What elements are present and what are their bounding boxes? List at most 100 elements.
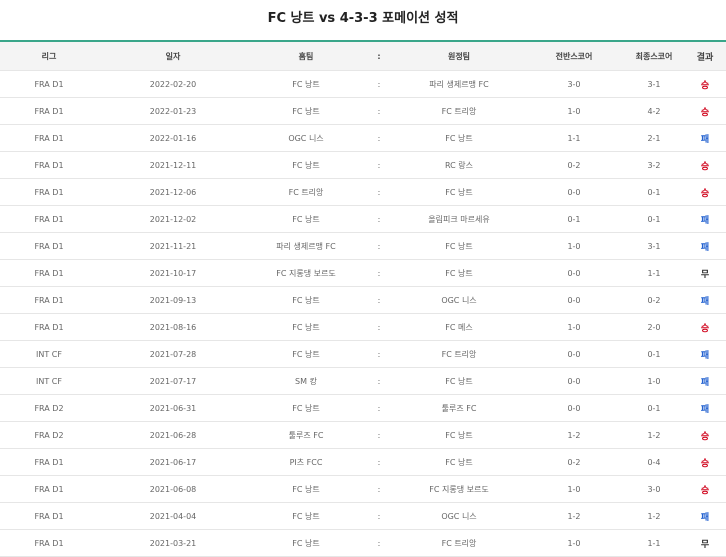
cell-half-score: 0-0 (567, 376, 581, 386)
cell-away-team: FC 낭트 (445, 133, 473, 143)
table-header: 리그 일자 홈팀 : 원정팀 전반스코어 최종스코어 결과 (0, 42, 726, 71)
cell-home-team: OGC 니스 (288, 133, 324, 143)
table-row: FRA D1 2021-12-11 FC 낭트: RC 랑스 0-2 3-2 승 (0, 152, 726, 179)
cell-league: FRA D2 (34, 430, 64, 440)
cell-league: FRA D2 (34, 403, 64, 413)
cell-separator: : (377, 187, 381, 197)
table-row: FRA D1 2021-04-04 FC 낭트: OGC 니스 1-2 1-2 패 (0, 503, 726, 530)
cell-result: 패 (700, 350, 710, 361)
cell-result: 승 (700, 485, 710, 496)
cell-away-team: FC 낭트 (445, 457, 473, 467)
cell-date: 2021-11-21 (149, 241, 197, 251)
cell-half-score: 1-2 (567, 430, 581, 440)
cell-home-team: FC 낭트 (292, 295, 320, 305)
cell-date: 2021-06-17 (149, 457, 197, 467)
cell-league: FRA D1 (34, 160, 64, 170)
cell-final-score: 4-2 (647, 106, 661, 116)
cell-home-team: FC 낭트 (292, 214, 320, 224)
cell-final-score: 0-2 (647, 295, 661, 305)
cell-away-team: FC 낭트 (445, 430, 473, 440)
cell-away-team: FC 트리앙 (441, 106, 477, 116)
cell-home-team: FC 지롱댕 보르도 (276, 268, 336, 278)
cell-final-score: 2-0 (647, 322, 661, 332)
header-half-score: 전반스코어 (555, 51, 593, 61)
cell-result: 패 (700, 296, 710, 307)
cell-date: 2021-09-13 (149, 295, 197, 305)
cell-separator: : (377, 457, 381, 467)
cell-separator: : (377, 214, 381, 224)
cell-half-score: 1-0 (567, 538, 581, 548)
cell-away-team: RC 랑스 (444, 160, 473, 170)
cell-away-team: 툴루즈 FC (441, 403, 477, 413)
cell-result: 승 (700, 431, 710, 442)
cell-separator: : (377, 538, 381, 548)
cell-final-score: 1-1 (647, 538, 661, 548)
cell-final-score: 3-2 (647, 160, 661, 170)
cell-league: INT CF (36, 376, 62, 386)
cell-final-score: 1-0 (647, 376, 661, 386)
table-row: FRA D1 2021-12-06 FC 트리앙: FC 낭트 0-0 0-1 승 (0, 179, 726, 206)
cell-result: 무 (700, 269, 710, 280)
cell-separator: : (377, 133, 381, 143)
cell-home-team: FC 낭트 (292, 403, 320, 413)
header-final-score: 최종스코어 (635, 51, 673, 61)
cell-separator: : (377, 430, 381, 440)
cell-date: 2021-08-16 (149, 322, 197, 332)
cell-result: 패 (700, 512, 710, 523)
header-away: 원정팀 (447, 51, 471, 61)
cell-league: FRA D1 (34, 79, 64, 89)
cell-half-score: 1-0 (567, 484, 581, 494)
cell-half-score: 1-0 (567, 241, 581, 251)
table-row: FRA D1 2021-06-08 FC 낭트: FC 지롱댕 보르도 1-0 3-0 승 (0, 476, 726, 503)
cell-result: 승 (700, 458, 710, 469)
cell-league: FRA D1 (34, 457, 64, 467)
cell-date: 2021-12-06 (149, 187, 197, 197)
cell-league: FRA D1 (34, 268, 64, 278)
cell-away-team: FC 낭트 (445, 187, 473, 197)
cell-result: 승 (700, 323, 710, 334)
cell-home-team: FC 트리앙 (288, 187, 324, 197)
cell-separator: : (377, 160, 381, 170)
results-table: 리그 일자 홈팀 : 원정팀 전반스코어 최종스코어 결과 FRA D1 2022… (0, 40, 726, 557)
table-row: INT CF 2021-07-28 FC 낭트: FC 트리앙 0-0 0-1 패 (0, 341, 726, 368)
cell-away-team: FC 낭트 (445, 376, 473, 386)
cell-result: 패 (700, 377, 710, 388)
cell-league: FRA D1 (34, 511, 64, 521)
cell-separator: : (377, 241, 381, 251)
cell-half-score: 0-0 (567, 268, 581, 278)
cell-date: 2022-01-23 (149, 106, 197, 116)
cell-away-team: OGC 니스 (441, 511, 477, 521)
cell-date: 2021-07-28 (149, 349, 197, 359)
table-row: FRA D1 2022-01-16 OGC 니스: FC 낭트 1-1 2-1 패 (0, 125, 726, 152)
table-row: FRA D1 2021-08-16 FC 낭트: FC 메스 1-0 2-0 승 (0, 314, 726, 341)
cell-away-team: OGC 니스 (441, 295, 477, 305)
cell-separator: : (377, 511, 381, 521)
table-row: FRA D1 2021-10-17 FC 지롱댕 보르도: FC 낭트 0-0 1-1 무 (0, 260, 726, 287)
cell-result: 패 (700, 134, 710, 145)
cell-date: 2021-06-31 (149, 403, 197, 413)
cell-final-score: 1-2 (647, 511, 661, 521)
cell-league: INT CF (36, 349, 62, 359)
cell-result: 승 (700, 161, 710, 172)
cell-date: 2021-06-08 (149, 484, 197, 494)
cell-league: FRA D1 (34, 241, 64, 251)
cell-half-score: 0-2 (567, 457, 581, 467)
cell-final-score: 3-1 (647, 79, 661, 89)
table-row: FRA D1 2021-12-02 FC 낭트: 올림피크 마르세유 0-1 0-1 패 (0, 206, 726, 233)
cell-date: 2021-07-17 (149, 376, 197, 386)
cell-home-team: FC 낭트 (292, 349, 320, 359)
cell-result: 무 (700, 539, 710, 550)
cell-result: 패 (700, 404, 710, 415)
cell-home-team: FC 낭트 (292, 79, 320, 89)
cell-date: 2021-03-21 (149, 538, 197, 548)
header-separator: : (377, 51, 381, 61)
cell-result: 승 (700, 188, 710, 199)
cell-final-score: 0-1 (647, 187, 661, 197)
cell-half-score: 0-0 (567, 187, 581, 197)
cell-home-team: FC 낭트 (292, 511, 320, 521)
cell-league: FRA D1 (34, 538, 64, 548)
cell-separator: : (377, 403, 381, 413)
cell-home-team: FC 낭트 (292, 322, 320, 332)
cell-league: FRA D1 (34, 295, 64, 305)
cell-separator: : (377, 484, 381, 494)
